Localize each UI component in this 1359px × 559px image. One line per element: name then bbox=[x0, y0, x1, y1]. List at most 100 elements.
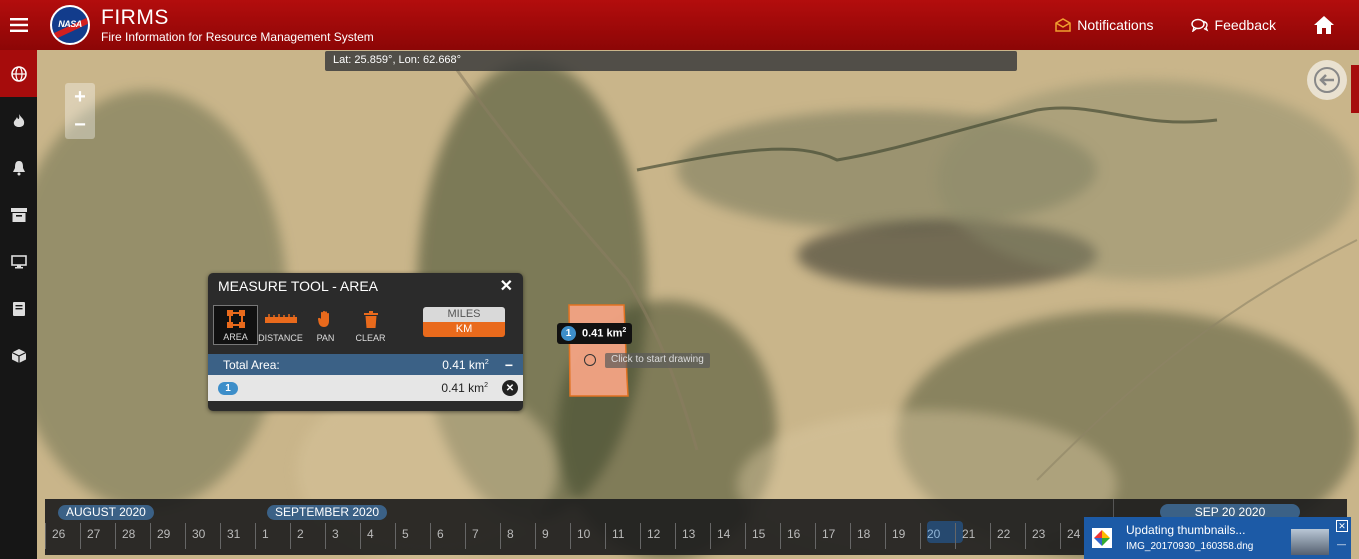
day-tick[interactable]: 15 bbox=[745, 523, 780, 549]
toast-title: Updating thumbnails... bbox=[1126, 523, 1246, 538]
archive-icon bbox=[10, 207, 27, 222]
toast-close-icon[interactable]: ✕ bbox=[1336, 520, 1348, 532]
draw-hint: Click to start drawing bbox=[605, 353, 710, 368]
tool-distance-label: DISTANCE bbox=[258, 333, 303, 343]
day-tick[interactable]: 5 bbox=[395, 523, 430, 549]
sidebar-item-docs[interactable] bbox=[0, 285, 37, 332]
day-tick[interactable]: 23 bbox=[1025, 523, 1060, 549]
toast-thumbnail bbox=[1291, 529, 1329, 555]
zoom-in-button[interactable]: + bbox=[65, 83, 95, 111]
total-area-value: 0.41 km bbox=[442, 357, 485, 372]
notifications-link[interactable]: Notifications bbox=[1055, 17, 1154, 33]
tool-clear-button[interactable]: CLEAR bbox=[348, 305, 393, 345]
back-arrow-button[interactable] bbox=[1307, 60, 1347, 100]
day-tick[interactable]: 29 bbox=[150, 523, 185, 549]
sidebar-item-map[interactable] bbox=[0, 50, 37, 97]
book-icon bbox=[12, 301, 25, 316]
area-tooltip-sup: 2 bbox=[622, 327, 627, 335]
day-tick[interactable]: 21 bbox=[955, 523, 990, 549]
top-header: NASA FIRMS Fire Information for Resource… bbox=[0, 0, 1359, 50]
coordinate-readout: Lat: 25.859°, Lon: 62.668° bbox=[325, 51, 1017, 71]
day-tick[interactable]: 3 bbox=[325, 523, 360, 549]
area-tooltip-number: 1 bbox=[561, 326, 576, 341]
day-tick[interactable]: 18 bbox=[850, 523, 885, 549]
day-tick[interactable]: 1 bbox=[255, 523, 290, 549]
measure-tool-panel: MEASURE TOOL - AREA ✕ AREA DISTANCE PAN … bbox=[208, 273, 523, 411]
hamburger-menu-icon[interactable] bbox=[0, 0, 37, 50]
bell-icon bbox=[12, 160, 25, 175]
notifications-label: Notifications bbox=[1077, 17, 1154, 33]
app-name: FIRMS bbox=[101, 5, 169, 29]
nasa-logo[interactable]: NASA bbox=[50, 5, 90, 45]
tool-area-button[interactable]: AREA bbox=[213, 305, 258, 345]
day-tick[interactable]: 2 bbox=[290, 523, 325, 549]
day-tick[interactable]: 20 bbox=[920, 523, 955, 549]
tool-pan-button[interactable]: PAN bbox=[303, 305, 348, 345]
day-tick[interactable]: 30 bbox=[185, 523, 220, 549]
collapse-button[interactable]: − bbox=[505, 357, 513, 373]
unit-miles-option[interactable]: MILES bbox=[423, 307, 505, 322]
tool-clear-label: CLEAR bbox=[355, 333, 386, 343]
month-label-august[interactable]: AUGUST 2020 bbox=[58, 505, 154, 520]
comments-icon bbox=[1190, 18, 1208, 32]
unit-km-option[interactable]: KM bbox=[423, 322, 505, 337]
unit-toggle: MILES KM bbox=[423, 307, 505, 337]
day-tick[interactable]: 19 bbox=[885, 523, 920, 549]
day-tick[interactable]: 26 bbox=[45, 523, 80, 549]
sidebar-item-display[interactable] bbox=[0, 238, 37, 285]
day-tick[interactable]: 4 bbox=[360, 523, 395, 549]
cube-icon bbox=[11, 348, 26, 363]
day-tick[interactable]: 28 bbox=[115, 523, 150, 549]
feedback-link[interactable]: Feedback bbox=[1190, 17, 1276, 33]
day-tick[interactable]: 27 bbox=[80, 523, 115, 549]
day-tick[interactable]: 10 bbox=[570, 523, 605, 549]
measurement-number: 1 bbox=[218, 381, 238, 395]
day-tick[interactable]: 7 bbox=[465, 523, 500, 549]
tool-area-label: AREA bbox=[223, 332, 248, 342]
day-tick[interactable]: 22 bbox=[990, 523, 1025, 549]
brand: FIRMS Fire Information for Resource Mana… bbox=[101, 5, 374, 44]
day-tick[interactable]: 14 bbox=[710, 523, 745, 549]
measurement-row[interactable]: 1 0.41 km2 ✕ bbox=[208, 375, 523, 401]
envelope-icon bbox=[1055, 18, 1071, 32]
zoom-control: + − bbox=[65, 83, 95, 139]
toast-minimize-icon[interactable]: — bbox=[1337, 539, 1346, 549]
month-label-september[interactable]: SEPTEMBER 2020 bbox=[267, 505, 388, 520]
day-tick[interactable]: 8 bbox=[500, 523, 535, 549]
arrow-left-icon bbox=[1314, 67, 1340, 93]
remove-measurement-icon[interactable]: ✕ bbox=[502, 380, 518, 396]
ruler-icon bbox=[264, 314, 297, 323]
notification-toast[interactable]: Updating thumbnails... IMG_20170930_1603… bbox=[1084, 517, 1351, 559]
measurement-sup: 2 bbox=[484, 382, 488, 389]
globe-icon bbox=[10, 65, 27, 82]
tool-distance-button[interactable]: DISTANCE bbox=[258, 305, 303, 345]
day-tick[interactable]: 13 bbox=[675, 523, 710, 549]
measurement-value: 0.41 km bbox=[441, 381, 485, 395]
app-subtitle: Fire Information for Resource Management… bbox=[101, 29, 374, 44]
close-icon[interactable]: ✕ bbox=[500, 276, 513, 296]
nasa-logo-text: NASA bbox=[58, 19, 82, 29]
draw-cursor bbox=[584, 354, 596, 366]
left-sidebar bbox=[0, 50, 37, 559]
total-area-row: Total Area: 0.41 km2 − bbox=[208, 354, 523, 375]
day-tick[interactable]: 6 bbox=[430, 523, 465, 549]
area-tooltip-value: 0.41 km bbox=[582, 327, 623, 340]
day-tick[interactable]: 16 bbox=[780, 523, 815, 549]
home-icon[interactable] bbox=[1313, 15, 1335, 35]
side-panel-tab[interactable] bbox=[1351, 65, 1359, 113]
measure-tool-title: MEASURE TOOL - AREA bbox=[218, 278, 379, 294]
sidebar-item-3d[interactable] bbox=[0, 332, 37, 379]
sidebar-item-fires[interactable] bbox=[0, 97, 37, 144]
day-tick[interactable]: 12 bbox=[640, 523, 675, 549]
day-tick[interactable]: 9 bbox=[535, 523, 570, 549]
zoom-out-button[interactable]: − bbox=[65, 111, 95, 139]
day-tick[interactable]: 17 bbox=[815, 523, 850, 549]
sidebar-item-archive[interactable] bbox=[0, 191, 37, 238]
fire-icon bbox=[13, 113, 24, 127]
feedback-label: Feedback bbox=[1214, 17, 1276, 33]
day-tick[interactable]: 11 bbox=[605, 523, 640, 549]
day-tick[interactable]: 31 bbox=[220, 523, 255, 549]
measured-area-polygon[interactable] bbox=[567, 303, 629, 398]
day-ticks: 26 27 28 29 30 31 1 2 3 4 5 6 7 8 9 10 11 12 13 14 15 16 17 18 1… bbox=[45, 523, 1115, 549]
sidebar-item-alerts[interactable] bbox=[0, 144, 37, 191]
